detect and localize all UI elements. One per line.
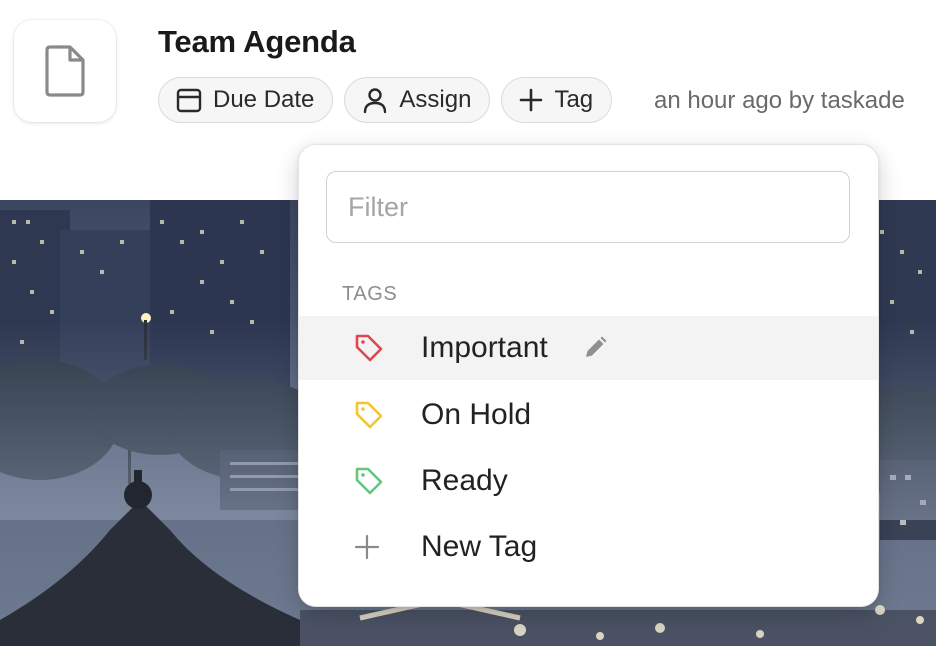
tag-label-on-hold: On Hold: [421, 398, 532, 431]
document-icon-tile[interactable]: [14, 20, 116, 122]
plus-icon: [520, 88, 543, 112]
document-icon: [45, 45, 85, 97]
tag-label-ready: Ready: [421, 464, 508, 497]
tag-label: Tag: [554, 86, 594, 113]
new-tag-label: New Tag: [421, 530, 538, 563]
tag-item-on-hold[interactable]: On Hold: [299, 383, 878, 447]
tags-section-label: TAGS: [342, 283, 398, 305]
tag-button[interactable]: Tag: [501, 77, 613, 123]
page-title[interactable]: Team Agenda: [158, 24, 356, 60]
tag-icon: [355, 467, 383, 495]
due-date-label: Due Date: [213, 86, 315, 113]
calendar-icon: [176, 88, 202, 113]
tag-icon: [355, 401, 383, 429]
tag-item-important[interactable]: Important: [299, 316, 878, 380]
tag-filter-input[interactable]: [326, 171, 850, 243]
new-tag-button[interactable]: New Tag: [299, 515, 878, 579]
tag-item-ready[interactable]: Ready: [299, 449, 878, 513]
tag-icon: [355, 334, 383, 362]
tag-label-important: Important: [421, 331, 548, 364]
plus-icon: [354, 534, 380, 560]
tag-menu-popover: TAGS Important On Hold Ready: [298, 144, 879, 607]
last-edited-meta: an hour ago by taskade: [654, 87, 905, 114]
user-icon: [364, 88, 387, 114]
pencil-icon[interactable]: [582, 335, 608, 361]
assign-label: Assign: [399, 86, 472, 113]
due-date-button[interactable]: Due Date: [158, 77, 334, 123]
document-toolbar: Due Date Assign Tag: [158, 77, 613, 123]
assign-button[interactable]: Assign: [344, 77, 491, 123]
